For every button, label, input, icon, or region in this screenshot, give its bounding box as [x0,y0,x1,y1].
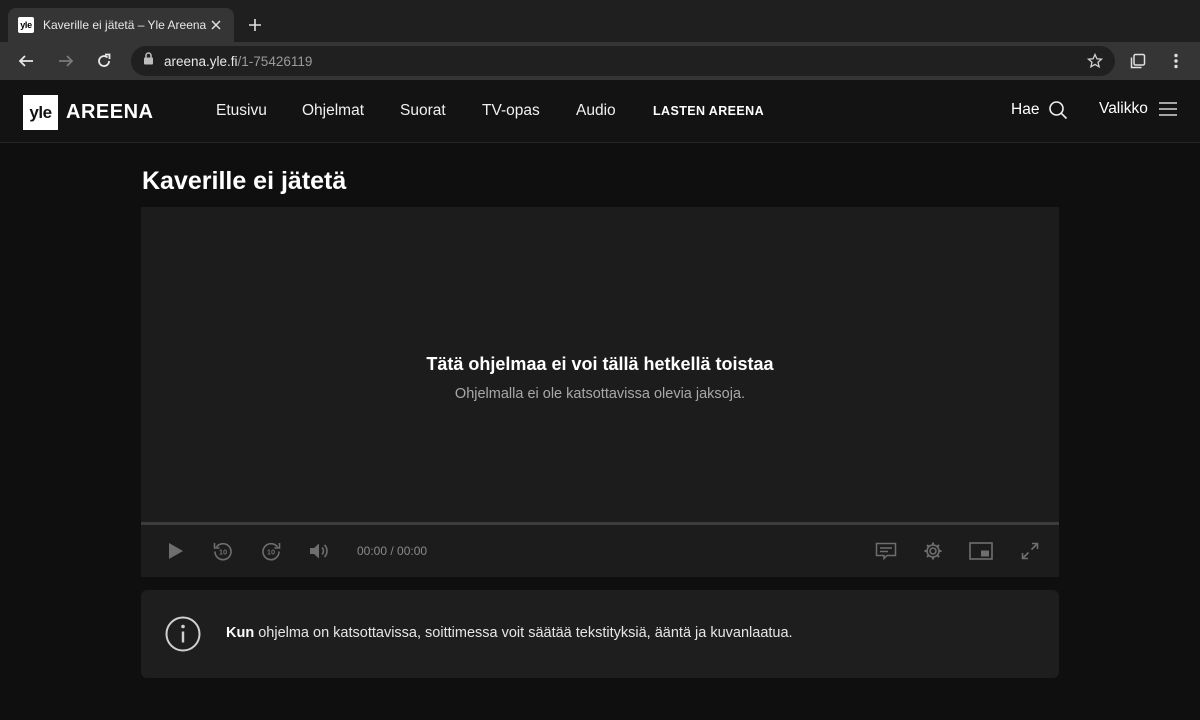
search-label: Hae [1011,101,1040,118]
nav-ohjelmat[interactable]: Ohjelmat [302,102,364,120]
nav-audio[interactable]: Audio [576,102,616,120]
menu-label: Valikko [1099,100,1148,117]
nav-etusivu[interactable]: Etusivu [216,102,267,120]
info-text-body: ohjelma on katsottavissa, soittimessa vo… [254,625,793,641]
play-icon[interactable] [163,538,189,564]
rewind-10-icon[interactable]: 10 [210,538,236,564]
kebab-menu-icon[interactable] [1164,49,1188,73]
areena-logo-text[interactable]: AREENA [66,101,153,124]
subtitles-icon[interactable] [873,538,899,564]
nav-tv-opas[interactable]: TV-opas [482,102,540,120]
page-title: Kaverille ei jätetä [142,167,347,195]
forward-10-icon[interactable]: 10 [258,538,284,564]
back-arrow-icon[interactable] [14,49,38,73]
video-player[interactable]: Tätä ohjelmaa ei voi tällä hetkellä tois… [141,207,1059,577]
yle-logo[interactable]: yle [23,95,58,130]
menu-button[interactable]: Valikko [1099,100,1178,118]
info-icon [165,616,201,652]
site-header: yle AREENA Etusivu Ohjelmat Suorat TV-op… [0,80,1200,143]
player-controls: 10 10 00:00 / 00:00 [141,525,1059,577]
star-icon[interactable] [1085,51,1105,71]
search-icon [1048,100,1068,120]
info-text: Kun ohjelma on katsottavissa, soittimess… [226,625,793,641]
svg-text:10: 10 [219,548,227,557]
player-message-title: Tätä ohjelmaa ei voi tällä hetkellä tois… [426,354,774,374]
reload-icon[interactable] [92,49,116,73]
fullscreen-icon[interactable] [1017,538,1043,564]
hamburger-icon [1158,101,1178,117]
svg-text:10: 10 [267,548,275,557]
forward-arrow-icon[interactable] [54,49,78,73]
url-text: areena.yle.fi/1-75426119 [164,53,313,69]
tab-title: Kaverille ei jätetä – Yle Areena [43,18,207,32]
lock-icon [143,52,154,70]
yle-favicon-icon: yle [18,17,34,33]
settings-gear-icon[interactable] [920,538,946,564]
nav-suorat[interactable]: Suorat [400,102,446,120]
browser-toolbar: areena.yle.fi/1-75426119 [0,42,1200,80]
browser-tab[interactable]: yle Kaverille ei jätetä – Yle Areena [8,8,234,42]
picture-in-picture-icon[interactable] [968,538,994,564]
info-text-bold: Kun [226,625,255,641]
search-button[interactable]: Hae [1011,100,1068,120]
info-notice: Kun ohjelma on katsottavissa, soittimess… [141,590,1059,678]
close-icon[interactable] [208,17,224,33]
plus-icon[interactable] [244,14,266,36]
browser-tab-bar: yle Kaverille ei jätetä – Yle Areena [0,0,1200,42]
player-message-subtitle: Ohjelmalla ei ole katsottavissa olevia j… [454,386,746,402]
time-display: 00:00 / 00:00 [357,544,428,558]
tab-search-icon[interactable] [1126,49,1150,73]
nav-lasten-areena[interactable]: LASTEN AREENA [653,104,764,118]
volume-icon[interactable] [307,538,333,564]
address-bar[interactable]: areena.yle.fi/1-75426119 [131,46,1115,76]
